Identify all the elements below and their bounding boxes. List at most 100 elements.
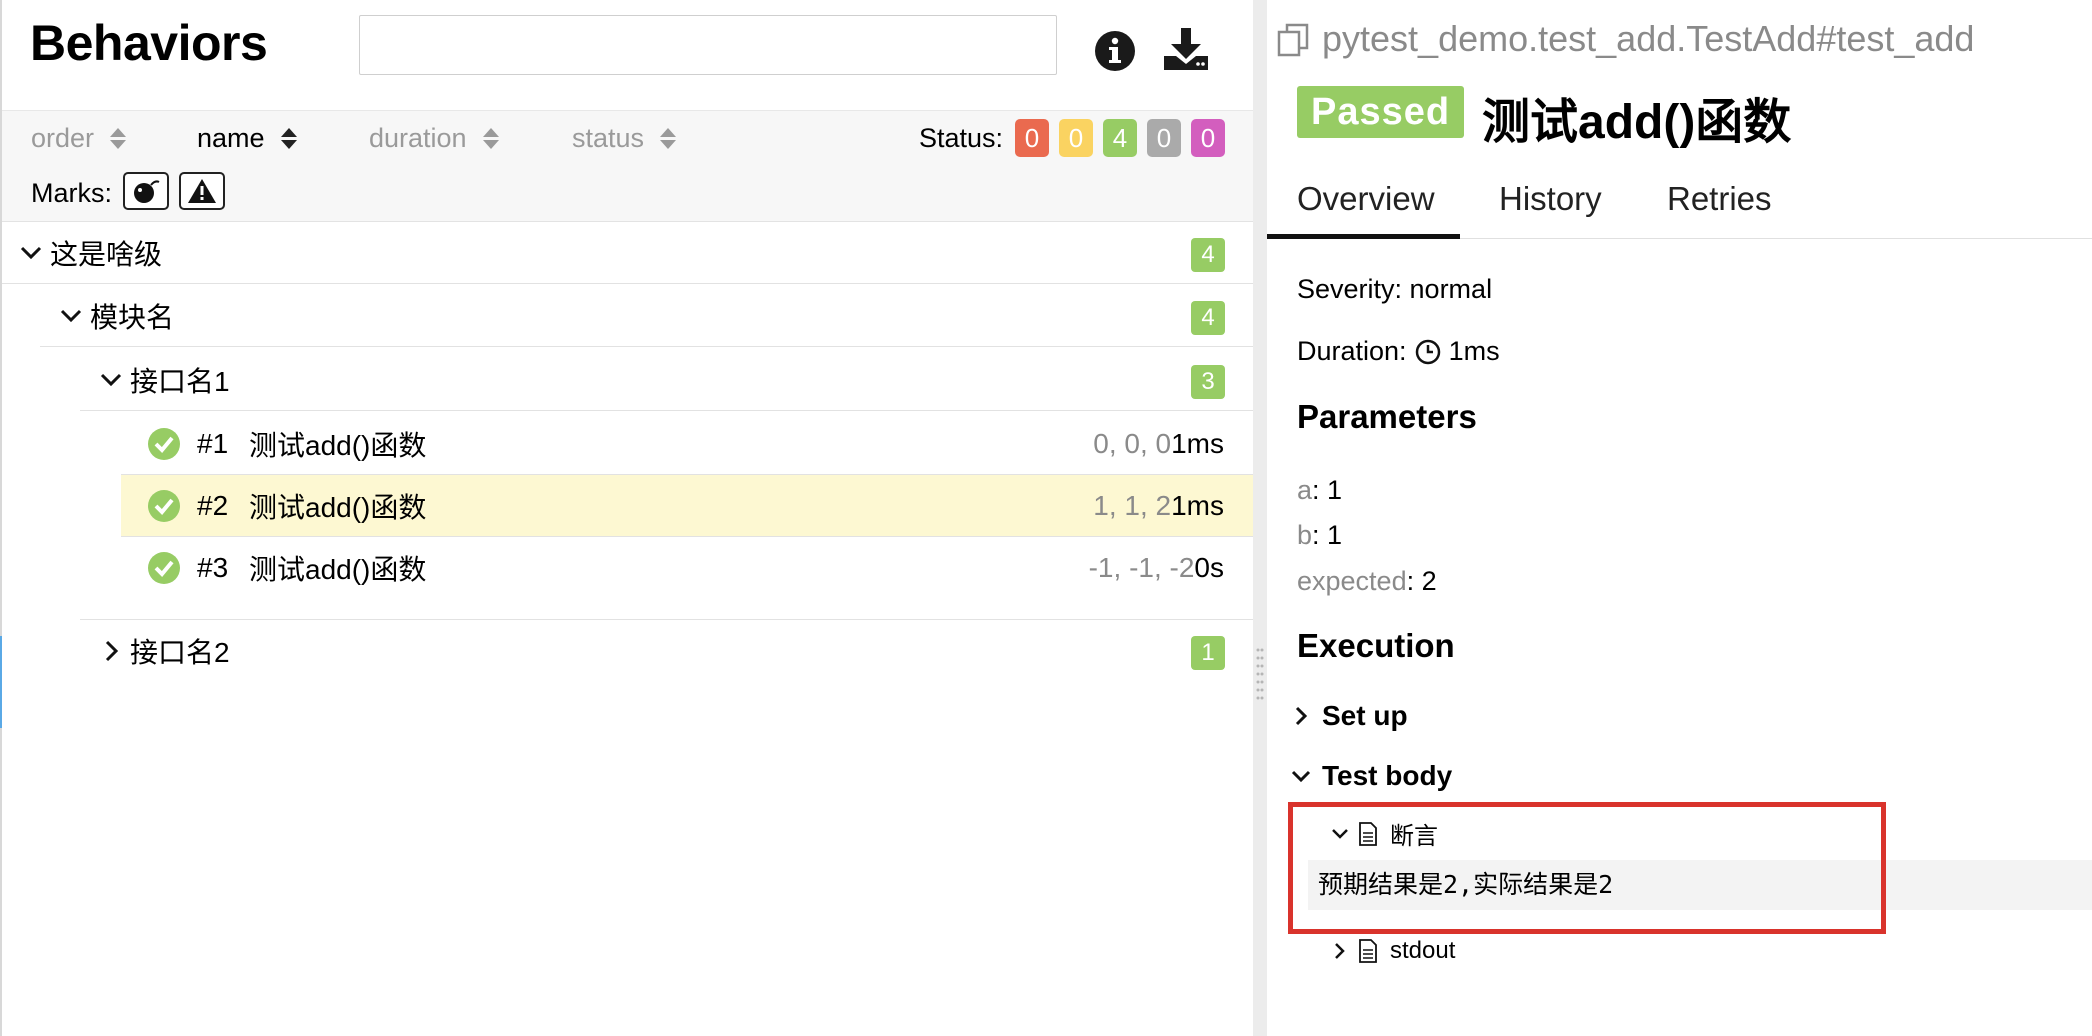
parameter-row: a: 1 <box>1297 475 1342 506</box>
parameter-key: b <box>1297 520 1313 550</box>
tree-group-story-1[interactable]: 接口名1 3 <box>80 349 1253 411</box>
flaky-bomb-icon[interactable] <box>123 172 169 210</box>
parameter-row: expected: 2 <box>1297 566 1437 597</box>
parameter-value: : 1 <box>1312 475 1343 505</box>
warning-icon[interactable] <box>179 172 225 210</box>
copy-icon[interactable] <box>1276 22 1312 58</box>
parameter-value: : 1 <box>1312 520 1343 550</box>
tab-history[interactable]: History <box>1499 180 1602 218</box>
sort-arrows-icon <box>280 128 297 149</box>
case-name: 测试add()函数 <box>249 554 427 585</box>
tab-overview[interactable]: Overview <box>1297 180 1435 218</box>
duration-value: 1ms <box>1448 336 1500 366</box>
status-badge: Passed <box>1297 86 1465 138</box>
test-full-name: pytest_demo.test_add.TestAdd#test_add <box>1322 18 1975 59</box>
chevron-down-icon <box>1291 770 1311 783</box>
tree-group-feature[interactable]: 模块名 4 <box>40 285 1253 347</box>
case-params: -1, -1, -2 <box>1088 552 1195 583</box>
sort-duration[interactable]: duration <box>369 123 499 154</box>
active-tab-indicator <box>1267 234 1460 239</box>
duration-row: Duration: 1ms <box>1297 336 1500 367</box>
case-params: 1, 1, 2 <box>1093 489 1172 521</box>
case-number: #3 <box>197 552 229 583</box>
count-badge: 4 <box>1191 301 1225 335</box>
case-number: #1 <box>197 427 229 459</box>
status-filter-label: Status: <box>919 123 1004 153</box>
tree-group-label: 接口名1 <box>130 365 230 397</box>
sort-name[interactable]: name <box>197 123 297 154</box>
splitter-grip-icon[interactable] <box>1256 646 1264 706</box>
tab-retries[interactable]: Retries <box>1667 180 1772 218</box>
sort-name-label: name <box>197 123 265 153</box>
sort-order-label: order <box>31 123 95 153</box>
passed-check-icon <box>148 552 180 584</box>
case-duration: 0s <box>1194 552 1224 583</box>
sort-arrows-icon <box>110 128 127 149</box>
test-body-step[interactable]: Test body <box>1290 760 1452 792</box>
count-badge: 1 <box>1191 636 1225 670</box>
status-skipped-badge[interactable]: 0 <box>1147 119 1181 157</box>
chevron-right-icon <box>1335 943 1345 959</box>
chevron-down-icon <box>60 309 82 322</box>
pane-splitter[interactable] <box>1253 0 1267 1036</box>
sort-order[interactable]: order <box>31 123 127 154</box>
test-body-label: Test body <box>1322 760 1453 791</box>
pane-edge-accent <box>0 636 2 728</box>
duration-label: Duration: <box>1297 336 1407 366</box>
download-icon[interactable] <box>1162 26 1210 72</box>
tree-group-label: 这是啥级 <box>50 238 163 270</box>
annotation-highlight-box <box>1288 802 1886 934</box>
tree-group-label: 模块名 <box>90 301 175 333</box>
test-title: 测试add()函数 <box>1482 96 1792 149</box>
test-case-row[interactable]: #1 测试add()函数 0, 0, 01ms <box>121 413 1253 475</box>
case-meta: 1, 1, 21ms <box>1093 490 1224 522</box>
clock-icon <box>1415 339 1440 364</box>
parameter-key: a <box>1297 475 1313 505</box>
chevron-right-icon <box>1295 706 1308 726</box>
count-badge: 4 <box>1191 238 1225 272</box>
case-meta: 0, 0, 01ms <box>1093 428 1224 460</box>
parameter-key: expected <box>1297 566 1407 596</box>
status-broken-badge[interactable]: 0 <box>1059 119 1093 157</box>
parameters-heading: Parameters <box>1297 398 1477 435</box>
test-case-row[interactable]: #3 测试add()函数 -1, -1, -20s <box>121 537 1253 599</box>
stdout-attachment[interactable]: stdout <box>1330 937 1455 965</box>
sort-arrows-icon <box>660 128 677 149</box>
chevron-down-icon <box>20 246 42 259</box>
sort-status-label: status <box>572 123 645 153</box>
tree-group-story-2[interactable]: 接口名2 1 <box>80 619 1253 681</box>
sort-status[interactable]: status <box>572 123 677 154</box>
sort-toolbar: order name duration status Status: 0 0 4… <box>2 110 1253 222</box>
count-badge: 3 <box>1191 365 1225 399</box>
status-failed-badge[interactable]: 0 <box>1015 119 1049 157</box>
case-duration: 1ms <box>1171 489 1224 521</box>
chevron-down-icon <box>100 373 122 386</box>
search-input[interactable] <box>359 15 1057 75</box>
passed-check-icon <box>148 489 180 522</box>
execution-heading: Execution <box>1297 627 1455 664</box>
tree-group-epic[interactable]: 这是啥级 4 <box>2 222 1253 284</box>
case-duration: 1ms <box>1171 427 1224 459</box>
sort-duration-label: duration <box>369 123 467 153</box>
passed-check-icon <box>148 427 180 460</box>
marks-label: Marks: <box>31 178 112 208</box>
status-passed-badge[interactable]: 4 <box>1103 119 1137 157</box>
stdout-label: stdout <box>1390 937 1456 964</box>
case-name: 测试add()函数 <box>249 491 427 523</box>
status-unknown-badge[interactable]: 0 <box>1191 119 1225 157</box>
parameter-row: b: 1 <box>1297 520 1342 551</box>
case-meta: -1, -1, -20s <box>1089 552 1224 584</box>
tree-group-label: 接口名2 <box>130 636 230 668</box>
sort-arrows-icon <box>482 128 499 149</box>
pane-title: Behaviors <box>30 15 268 71</box>
document-icon <box>1359 939 1377 963</box>
case-params: 0, 0, 0 <box>1093 427 1172 459</box>
case-number: #2 <box>197 489 229 521</box>
setup-label: Set up <box>1322 700 1408 731</box>
chevron-right-icon <box>105 640 119 661</box>
info-icon[interactable] <box>1094 30 1136 72</box>
setup-step[interactable]: Set up <box>1290 700 1408 732</box>
test-case-row-selected[interactable]: #2 测试add()函数 1, 1, 21ms <box>121 475 1253 537</box>
parameter-value: : 2 <box>1406 566 1437 596</box>
severity-text: Severity: normal <box>1297 274 1493 304</box>
